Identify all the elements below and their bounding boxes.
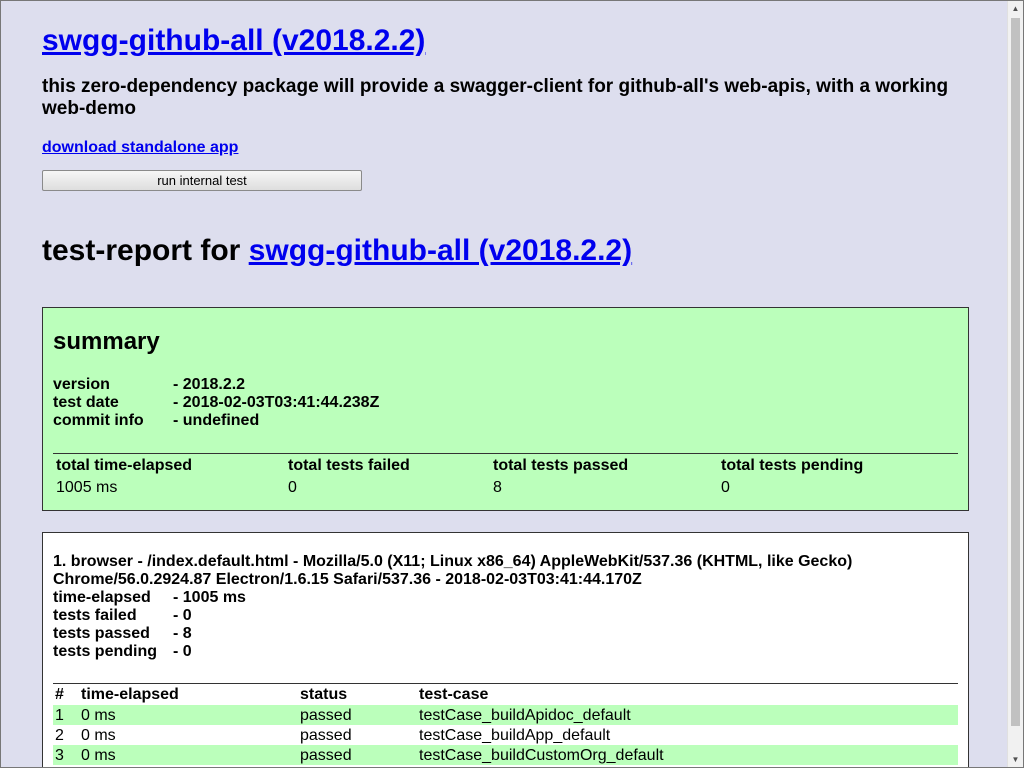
report-title: test-report for swgg-github-all (v2018.2… — [42, 231, 969, 271]
failed-row: tests failed - 0 — [53, 607, 958, 625]
table-row: 1 0 ms passed testCase_buildApidoc_defau… — [53, 705, 958, 725]
browser-line-1: 1. browser - /index.default.html - Mozil… — [53, 553, 853, 570]
row-status: passed — [298, 705, 417, 725]
total-time-elapsed-value: 1005 ms — [56, 479, 118, 496]
browser-test-panel: 1. browser - /index.default.html - Mozil… — [42, 532, 969, 767]
browser-stats: time-elapsed - 1005 ms tests failed - 0 … — [53, 589, 958, 661]
table-row: 3 0 ms passed testCase_buildCustomOrg_de… — [53, 745, 958, 765]
version-value: - 2018.2.2 — [173, 376, 246, 393]
elapsed-row: time-elapsed - 1005 ms — [53, 589, 958, 607]
number-header: # — [55, 686, 64, 703]
summary-heading: summary — [53, 328, 160, 355]
row-status: passed — [300, 727, 352, 744]
table-row: 2 0 ms passed testCase_buildApp_default — [53, 725, 958, 745]
elapsed-label: time-elapsed — [53, 589, 151, 606]
pending-value: - 0 — [173, 643, 192, 660]
pending-label: tests pending — [53, 643, 158, 660]
test-date-value: - 2018-02-03T03:41:44.238Z — [173, 394, 380, 411]
page-title: swgg-github-all (v2018.2.2) — [42, 22, 969, 60]
row-number: 1 — [53, 705, 79, 725]
version-row: version - 2018.2.2 — [53, 376, 958, 394]
total-tests-failed-value: 0 — [288, 479, 297, 496]
row-number: 3 — [53, 745, 79, 765]
totals-header-row: total time-elapsed total tests failed to… — [53, 454, 958, 478]
pending-row: tests pending - 0 — [53, 643, 958, 661]
test-cases-header-row: # time-elapsed status test-case — [53, 684, 958, 706]
status-header: status — [300, 686, 348, 703]
totals-table: total time-elapsed total tests failed to… — [53, 453, 958, 499]
browser-viewport: swgg-github-all (v2018.2.2) this zero-de… — [0, 0, 1024, 768]
row-elapsed: 0 ms — [81, 727, 116, 744]
row-test-case: testCase_buildCustomOrg_default — [417, 745, 958, 765]
total-tests-passed-header: total tests passed — [493, 457, 629, 474]
report-title-link[interactable]: swgg-github-all (v2018.2.2) — [249, 234, 632, 267]
totals-value-row: 1005 ms 0 8 0 — [53, 477, 958, 499]
summary-info: version - 2018.2.2 test date - 2018-02-0… — [53, 376, 958, 430]
commit-info-value: - undefined — [173, 412, 260, 429]
total-tests-pending-header: total tests pending — [721, 457, 864, 474]
row-elapsed: 0 ms — [79, 705, 298, 725]
commit-info-row: commit info - undefined — [53, 412, 958, 430]
row-test-case: testCase_buildApp_default — [419, 727, 611, 744]
scroll-up-arrow-icon[interactable]: ▲ — [1008, 1, 1023, 16]
total-time-elapsed-header: total time-elapsed — [56, 457, 193, 474]
elapsed-value: - 1005 ms — [173, 589, 246, 606]
commit-info-label: commit info — [53, 412, 144, 429]
browser-line-2: Chrome/56.0.2924.87 Electron/1.6.15 Safa… — [53, 571, 642, 588]
scrollbar-thumb[interactable] — [1011, 18, 1020, 726]
scroll-down-arrow-icon[interactable]: ▼ — [1008, 752, 1023, 767]
time-elapsed-header: time-elapsed — [81, 686, 179, 703]
row-test-case: testCase_buildApidoc_default — [417, 705, 958, 725]
test-date-row: test date - 2018-02-03T03:41:44.238Z — [53, 394, 958, 412]
row-status: passed — [298, 745, 417, 765]
report-title-prefix: test-report for — [42, 234, 249, 267]
passed-row: tests passed - 8 — [53, 625, 958, 643]
row-elapsed: 0 ms — [79, 745, 298, 765]
passed-label: tests passed — [53, 625, 150, 642]
passed-value: - 8 — [173, 625, 192, 642]
vertical-scrollbar[interactable]: ▲ ▼ — [1007, 1, 1023, 767]
failed-label: tests failed — [53, 607, 137, 624]
run-internal-test-button[interactable]: run internal test — [42, 170, 362, 191]
page-content: swgg-github-all (v2018.2.2) this zero-de… — [42, 1, 969, 767]
failed-value: - 0 — [173, 607, 192, 624]
version-label: version — [53, 376, 110, 393]
test-cases-table: # time-elapsed status test-case 1 0 ms p… — [53, 683, 958, 765]
test-date-label: test date — [53, 394, 119, 411]
total-tests-passed-value: 8 — [493, 479, 502, 496]
browser-info: 1. browser - /index.default.html - Mozil… — [53, 553, 958, 661]
test-case-header: test-case — [419, 686, 489, 703]
total-tests-failed-header: total tests failed — [288, 457, 410, 474]
row-number: 2 — [55, 727, 64, 744]
download-standalone-link[interactable]: download standalone app — [42, 138, 969, 158]
total-tests-pending-value: 0 — [721, 479, 730, 496]
package-description: this zero-dependency package will provid… — [42, 76, 949, 119]
title-link[interactable]: swgg-github-all (v2018.2.2) — [42, 24, 425, 57]
summary-panel: summary version - 2018.2.2 test date - 2… — [42, 307, 969, 511]
